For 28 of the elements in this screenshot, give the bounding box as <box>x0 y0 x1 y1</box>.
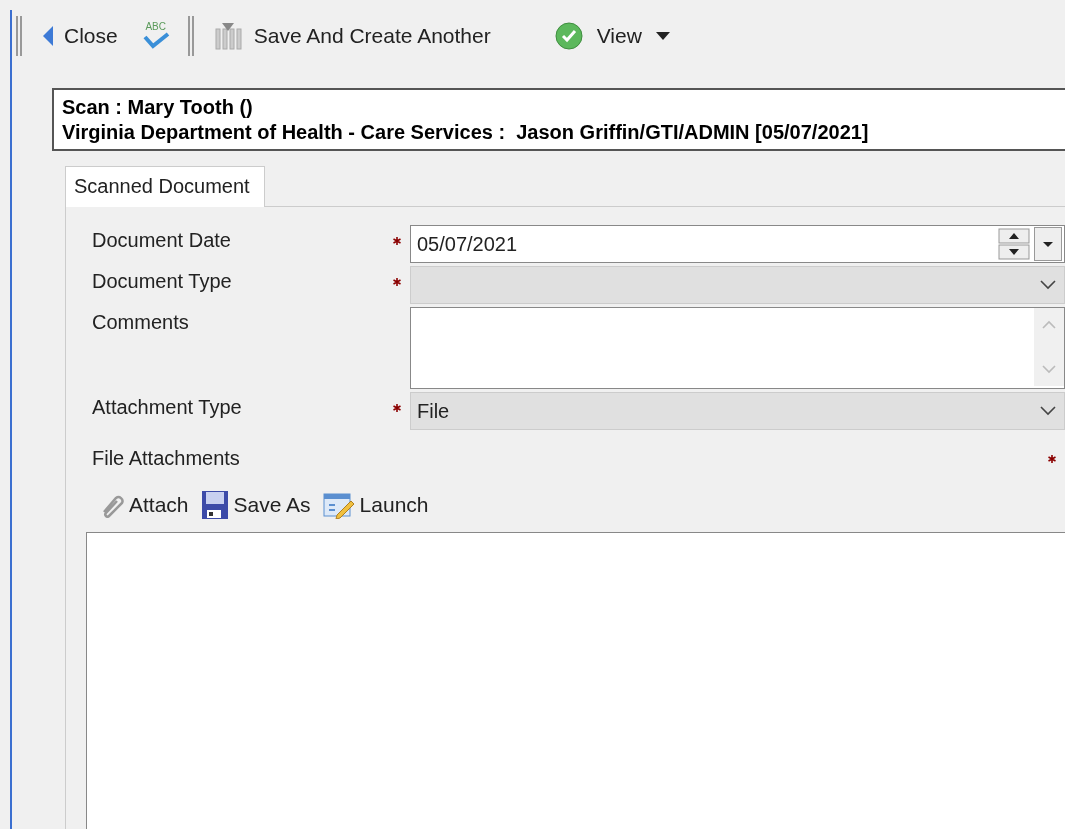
close-button[interactable]: Close <box>36 22 124 50</box>
field-label: Document Date <box>91 228 232 252</box>
record-title: Scan : Mary Tooth () <box>62 95 254 120</box>
checkmark-icon <box>141 32 170 50</box>
field-label: File Attachments <box>91 446 241 470</box>
back-arrow-icon <box>42 25 54 47</box>
spinner-icon[interactable] <box>998 228 1030 260</box>
dropdown-caret-icon <box>655 32 670 40</box>
comments-field[interactable] <box>410 307 1065 389</box>
dropdown-field[interactable]: File <box>410 392 1065 430</box>
edit-window-icon <box>322 491 355 519</box>
chevron-down-icon <box>1040 406 1056 416</box>
launch-button[interactable]: Launch <box>320 491 431 519</box>
dropdown-field[interactable] <box>410 266 1065 304</box>
gauge-bars-icon <box>213 21 244 51</box>
save-button[interactable]: Save As <box>198 490 313 520</box>
save-and-create-button[interactable]: Save And Create Another <box>207 19 497 53</box>
field-label: Comments <box>91 310 190 334</box>
field-label: Document Type <box>91 269 233 293</box>
tab[interactable]: Scanned Document <box>65 166 265 207</box>
attach-button[interactable]: Attach <box>96 492 191 518</box>
check-circle-icon <box>554 22 583 50</box>
dropdown-caret-icon[interactable] <box>1034 227 1062 261</box>
chevron-down-icon <box>1040 280 1056 290</box>
field-label: Attachment Type <box>91 395 243 419</box>
view-button[interactable]: View <box>548 20 676 52</box>
date-field[interactable]: 05/07/2021 <box>410 225 1065 263</box>
record-subtitle: Virginia Department of Health - Care Services : Jason Griffin/GTI/ADMIN [05/07/2021] <box>62 120 870 145</box>
